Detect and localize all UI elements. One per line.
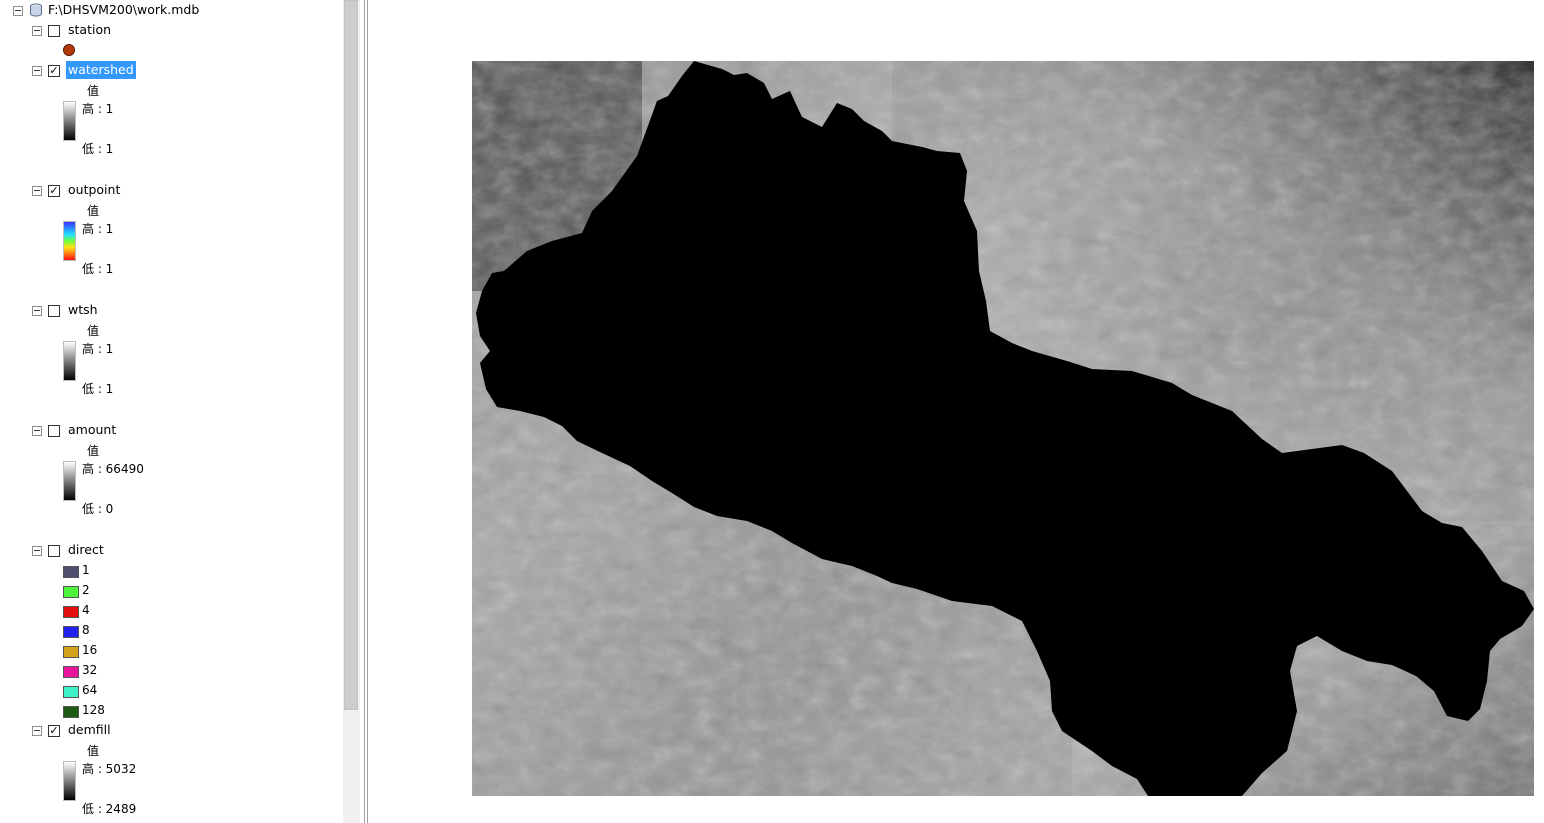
direct-class-label: 1 (82, 563, 90, 577)
amount-collapse-toggle[interactable] (32, 426, 42, 436)
toc-scroll-thumb[interactable] (344, 0, 358, 710)
layer-name-station[interactable]: station (68, 21, 111, 39)
direct-class-label: 16 (82, 643, 98, 657)
outpoint-high-label: 高 : 1 (82, 222, 114, 236)
amount-high-label: 高 : 66490 (82, 462, 144, 476)
workspace-collapse-toggle[interactable] (13, 6, 23, 16)
watershed-low-label: 低 : 1 (82, 142, 114, 156)
direct-swatch-1 (63, 566, 79, 578)
splitter-line (364, 0, 365, 823)
direct-class-label: 4 (82, 603, 90, 617)
direct-swatch-2 (63, 586, 79, 598)
map-display[interactable] (370, 0, 1544, 823)
demfill-value-header: 值 (87, 744, 100, 758)
outpoint-color-ramp (63, 221, 76, 261)
amount-low-label: 低 : 0 (82, 502, 114, 516)
direct-swatch-128 (63, 706, 79, 718)
amount-value-header: 值 (87, 444, 100, 458)
wtsh-low-label: 低 : 1 (82, 382, 114, 396)
workspace-path[interactable]: F:\DHSVM200\work.mdb (48, 1, 199, 19)
splitter-line (367, 0, 368, 823)
direct-class-label: 64 (82, 683, 98, 697)
layer-name-direct[interactable]: direct (68, 541, 104, 559)
layer-name-wtsh[interactable]: wtsh (68, 301, 98, 319)
demfill-color-ramp (63, 761, 76, 801)
watershed-high-label: 高 : 1 (82, 102, 114, 116)
direct-class-label: 32 (82, 663, 98, 677)
direct-class-label: 2 (82, 583, 90, 597)
wtsh-high-label: 高 : 1 (82, 342, 114, 356)
wtsh-color-ramp (63, 341, 76, 381)
amount-visibility-checkbox[interactable] (48, 425, 60, 437)
direct-class-label: 128 (82, 703, 105, 717)
station-point-symbol (63, 44, 75, 56)
database-icon (30, 3, 42, 17)
direct-swatch-8 (63, 626, 79, 638)
station-visibility-checkbox[interactable] (48, 25, 60, 37)
demfill-collapse-toggle[interactable] (32, 726, 42, 736)
amount-color-ramp (63, 461, 76, 501)
direct-swatch-64 (63, 686, 79, 698)
direct-swatch-4 (63, 606, 79, 618)
wtsh-visibility-checkbox[interactable] (48, 305, 60, 317)
panel-splitter[interactable] (360, 0, 370, 823)
layer-name-outpoint[interactable]: outpoint (68, 181, 120, 199)
direct-visibility-checkbox[interactable] (48, 545, 60, 557)
direct-collapse-toggle[interactable] (32, 546, 42, 556)
dem-raster-map[interactable] (472, 61, 1534, 796)
demfill-high-label: 高 : 5032 (82, 762, 137, 776)
direct-swatch-32 (63, 666, 79, 678)
outpoint-low-label: 低 : 1 (82, 262, 114, 276)
outpoint-collapse-toggle[interactable] (32, 186, 42, 196)
wtsh-value-header: 值 (87, 324, 100, 338)
watershed-collapse-toggle[interactable] (32, 66, 42, 76)
layer-name-amount[interactable]: amount (68, 421, 116, 439)
outpoint-value-header: 值 (87, 204, 100, 218)
layer-name-watershed[interactable]: watershed (66, 61, 136, 79)
layer-name-demfill[interactable]: demfill (68, 721, 111, 739)
demfill-visibility-checkbox[interactable]: ✓ (48, 725, 60, 737)
watershed-color-ramp (63, 101, 76, 141)
watershed-visibility-checkbox[interactable]: ✓ (48, 65, 60, 77)
direct-swatch-16 (63, 646, 79, 658)
direct-class-label: 8 (82, 623, 90, 637)
wtsh-collapse-toggle[interactable] (32, 306, 42, 316)
station-collapse-toggle[interactable] (32, 26, 42, 36)
toc-vertical-scrollbar[interactable] (343, 0, 360, 823)
outpoint-visibility-checkbox[interactable]: ✓ (48, 185, 60, 197)
demfill-low-label: 低 : 2489 (82, 802, 137, 816)
table-of-contents: F:\DHSVM200\work.mdb station ✓ watershed… (0, 0, 343, 823)
watershed-value-header: 值 (87, 84, 100, 98)
